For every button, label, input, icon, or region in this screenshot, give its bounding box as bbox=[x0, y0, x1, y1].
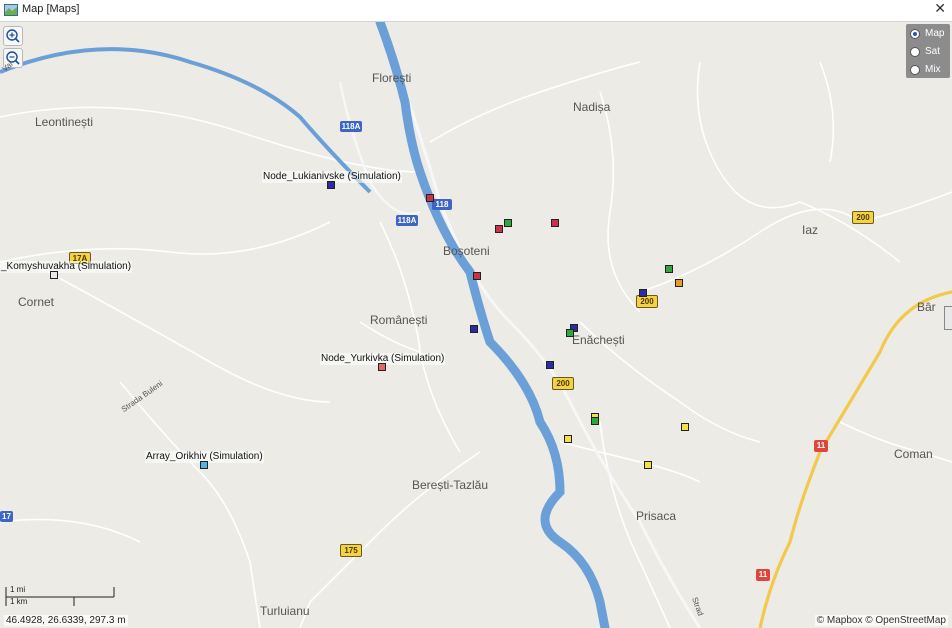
marker-green[interactable] bbox=[566, 329, 574, 337]
radio[interactable] bbox=[910, 47, 920, 57]
route-shield: 200 bbox=[552, 377, 574, 390]
scale-bar: 1 mi 1 km bbox=[4, 584, 124, 610]
place-turluianu: Turluianu bbox=[260, 604, 310, 618]
route-shield: 175 bbox=[340, 544, 362, 557]
map-attribution[interactable]: © Mapbox © OpenStreetMap bbox=[814, 615, 948, 626]
map-view[interactable]: Map Sat Mix Florești Nadișa Leontinești … bbox=[0, 22, 952, 628]
place-coman: Coman bbox=[894, 447, 933, 461]
node-marker-yurkivka[interactable] bbox=[378, 363, 386, 371]
marker-navy[interactable] bbox=[470, 325, 478, 333]
place-beresti: Berești-Tazlău bbox=[412, 478, 489, 492]
route-shield: 200 bbox=[852, 211, 874, 224]
place-prisaca: Prisaca bbox=[636, 509, 677, 523]
map-type-selector: Map Sat Mix bbox=[906, 24, 950, 78]
route-shield: 118 bbox=[432, 199, 452, 210]
scale-label-km: 1 km bbox=[10, 597, 28, 606]
marker-crimson[interactable] bbox=[473, 272, 481, 280]
edge-handle[interactable] bbox=[944, 306, 952, 330]
marker-green[interactable] bbox=[591, 417, 599, 425]
route-shield: 11 bbox=[814, 440, 828, 452]
marker-yellow[interactable] bbox=[681, 423, 689, 431]
marker-crimson[interactable] bbox=[495, 225, 503, 233]
place-enachesti: Enăchești bbox=[572, 333, 625, 347]
window-titlebar: Map [Maps] ✕ bbox=[0, 0, 952, 22]
place-nadisa: Nadișa bbox=[573, 100, 611, 114]
map-type-label: Map bbox=[925, 28, 945, 39]
marker-crimson[interactable] bbox=[551, 219, 559, 227]
window-title: Map [Maps] bbox=[22, 3, 80, 15]
zoom-in-button[interactable] bbox=[3, 26, 23, 46]
place-iaz: Iaz bbox=[802, 223, 819, 237]
map-app-icon bbox=[4, 4, 18, 16]
coordinate-readout: 46.4928, 26.6339, 297.3 m bbox=[4, 615, 128, 626]
marker-navy[interactable] bbox=[546, 361, 554, 369]
marker-navy[interactable] bbox=[639, 289, 647, 297]
place-bosoteni: Boșoteni bbox=[443, 244, 490, 258]
marker-orange[interactable] bbox=[675, 279, 683, 287]
node-marker-komyshuvakha[interactable] bbox=[50, 271, 58, 279]
map-type-label: Sat bbox=[925, 46, 941, 57]
map-type-label: Mix bbox=[925, 64, 941, 75]
place-leontinesti: Leontinești bbox=[35, 115, 94, 129]
place-floresti: Florești bbox=[372, 71, 412, 85]
scale-label-mi: 1 mi bbox=[10, 585, 26, 594]
route-shield: 118A bbox=[340, 121, 362, 132]
route-shield: 17 bbox=[0, 511, 13, 522]
node-marker-lukianivske[interactable] bbox=[327, 181, 335, 189]
map-type-option-sat[interactable]: Sat bbox=[910, 45, 950, 61]
map-type-option-mix[interactable]: Mix bbox=[910, 63, 950, 79]
route-shield: 11 bbox=[756, 569, 770, 581]
map-type-option-map[interactable]: Map bbox=[910, 27, 950, 43]
place-cornet: Cornet bbox=[18, 295, 55, 309]
marker-crimson[interactable] bbox=[426, 194, 434, 202]
marker-green[interactable] bbox=[504, 219, 512, 227]
node-marker-orikhiv[interactable] bbox=[200, 461, 208, 469]
radio[interactable] bbox=[910, 65, 920, 75]
place-romanesti: Românești bbox=[370, 313, 428, 327]
route-shield: 118A bbox=[396, 215, 418, 226]
node-label-komyshuvakha: _Komyshuvakha (Simulation) bbox=[0, 261, 133, 273]
place-bar: Bâr bbox=[917, 300, 936, 314]
marker-yellow[interactable] bbox=[644, 461, 652, 469]
close-icon[interactable]: ✕ bbox=[934, 1, 946, 17]
radio-selected[interactable] bbox=[910, 29, 920, 39]
zoom-in-icon bbox=[6, 29, 20, 43]
marker-yellow[interactable] bbox=[564, 435, 572, 443]
marker-green[interactable] bbox=[665, 265, 673, 273]
